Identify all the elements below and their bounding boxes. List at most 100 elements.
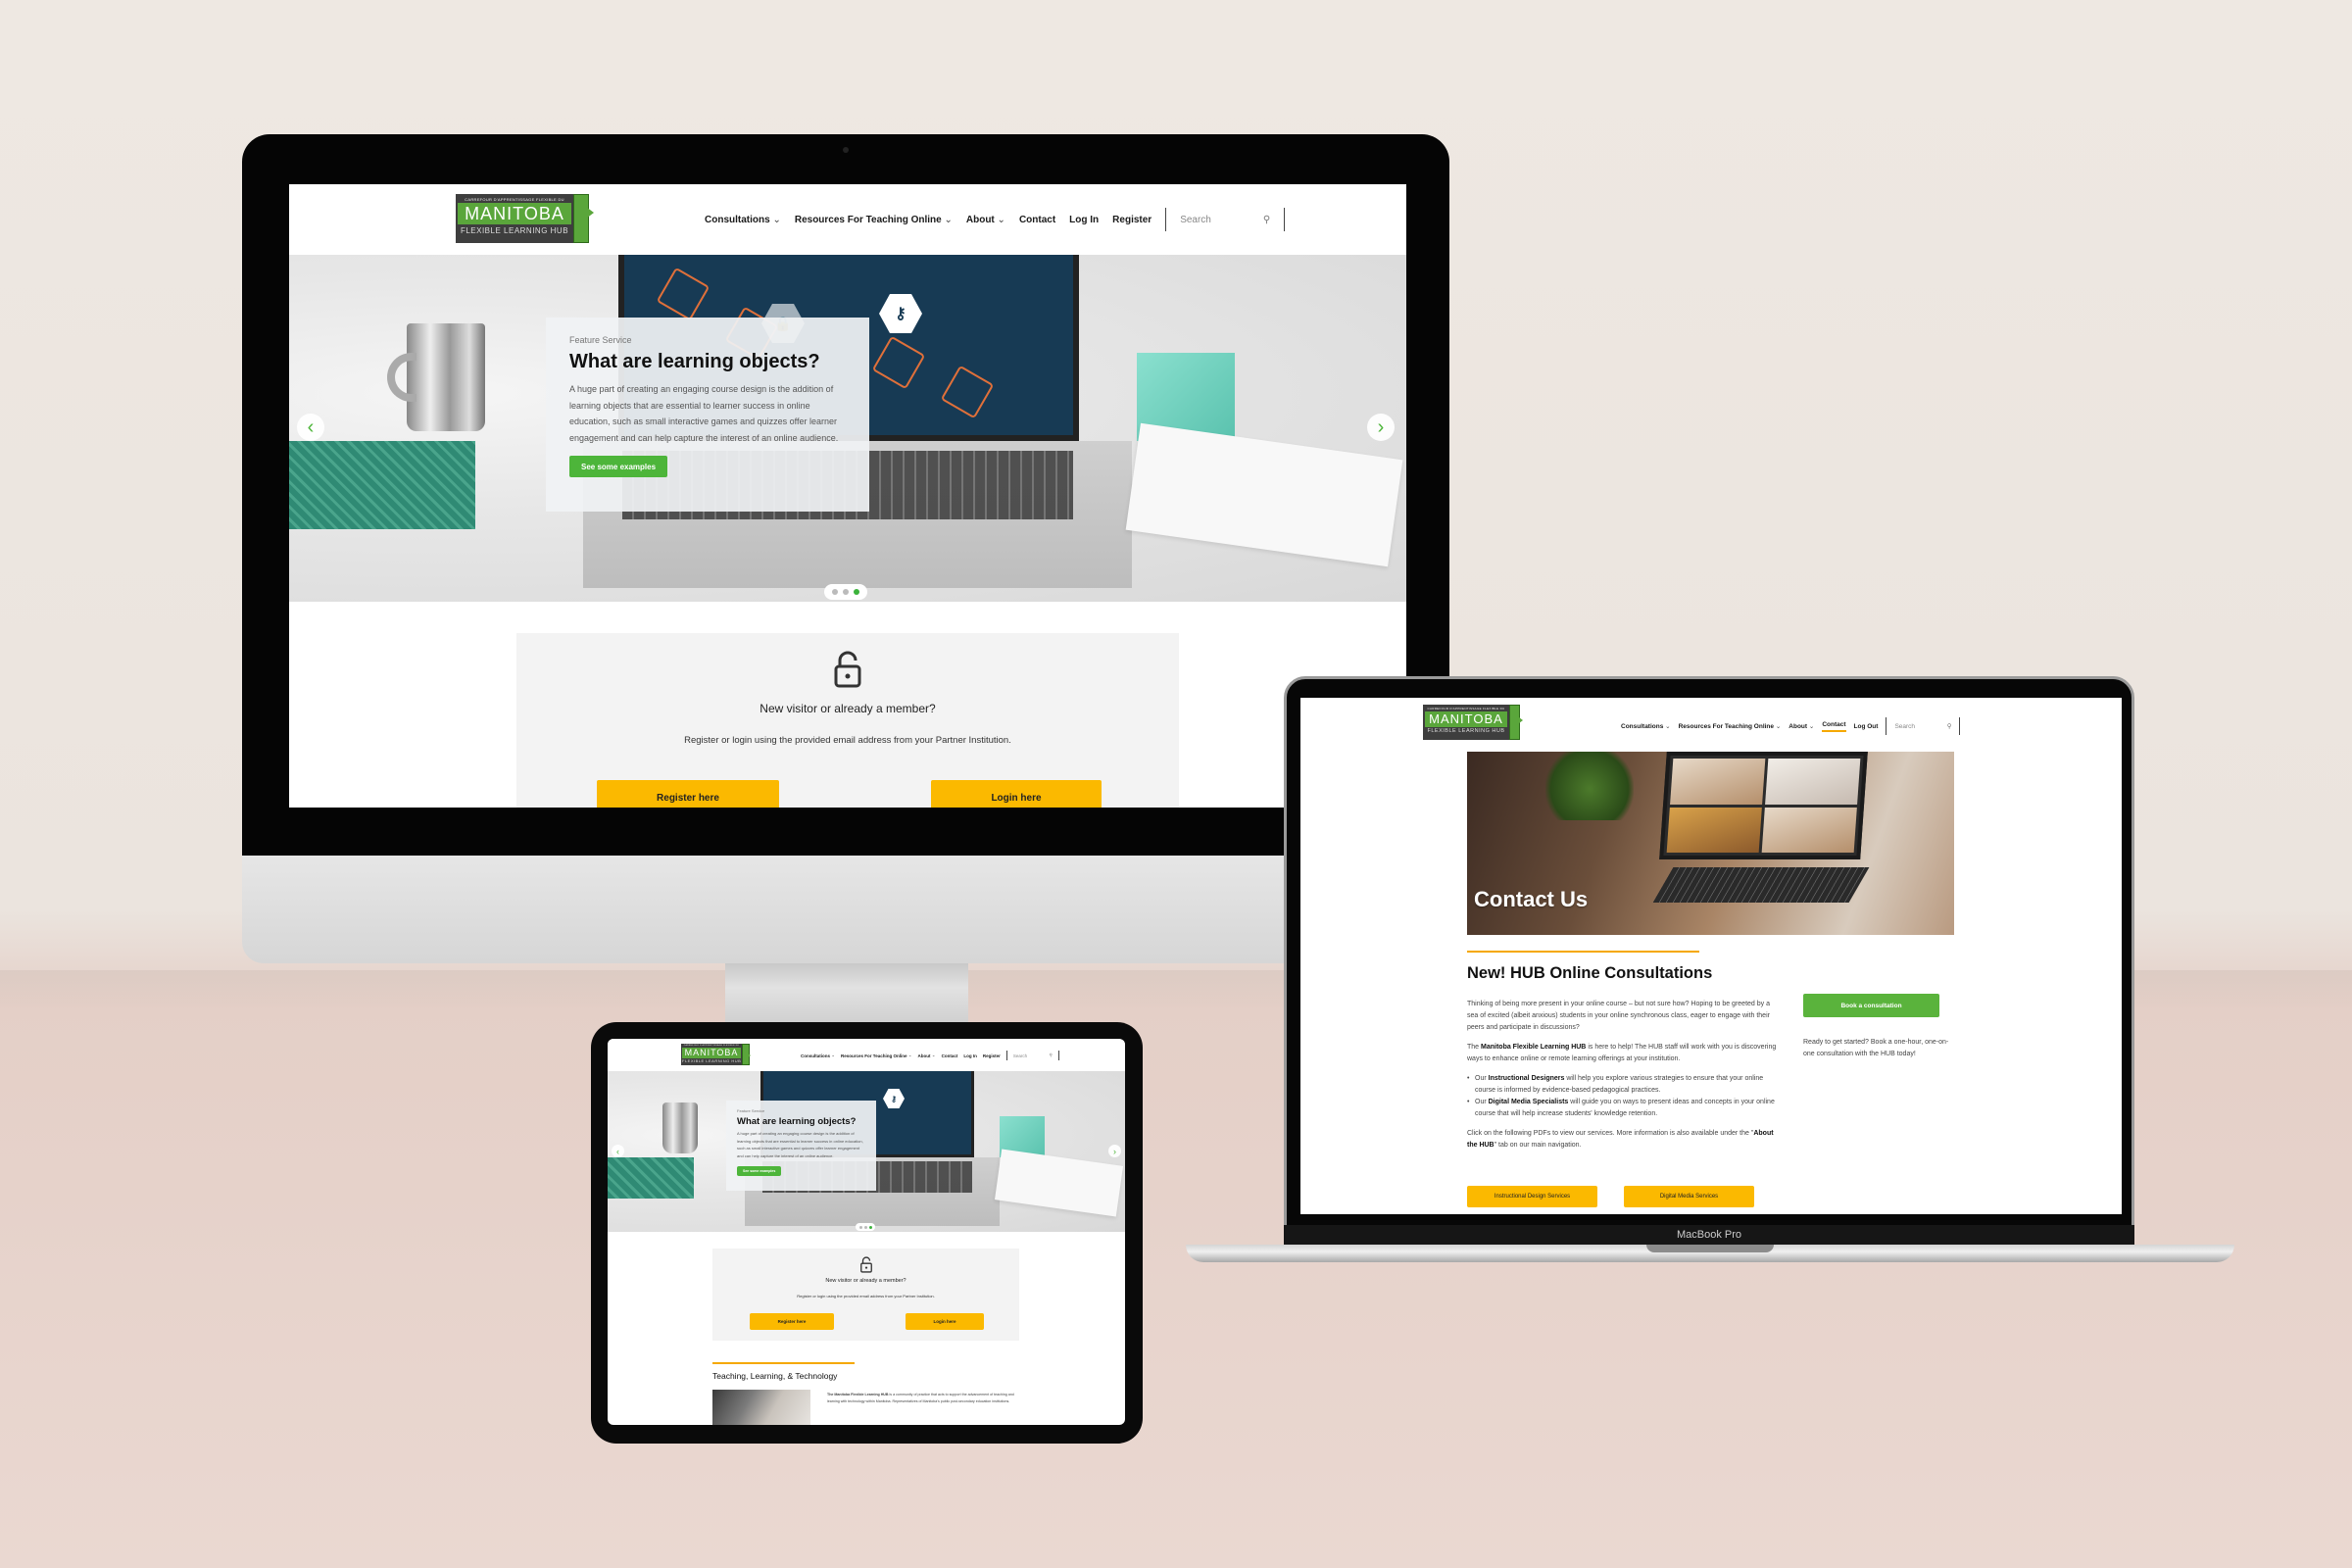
mug-image xyxy=(407,323,485,431)
nav-consultations[interactable]: Consultations ⌄ xyxy=(801,1053,835,1058)
team-photo xyxy=(712,1390,810,1425)
services-list: Our Instructional Designers will help yo… xyxy=(1467,1073,1781,1120)
slider-prev-button[interactable]: ‹ xyxy=(612,1145,624,1157)
slider-dot[interactable] xyxy=(858,1225,862,1229)
nav-contact[interactable]: Contact xyxy=(942,1054,958,1058)
video-tile xyxy=(1765,759,1861,805)
slider-prev-button[interactable]: ‹ xyxy=(297,414,324,441)
see-examples-button[interactable]: See some examples xyxy=(569,456,668,477)
macbook-label: MacBook Pro xyxy=(1284,1225,2134,1245)
hero-slider: ⚷ 🔒 Feature Service What are learning ob… xyxy=(289,255,1406,602)
chevron-right-icon: › xyxy=(1113,1146,1116,1156)
chevron-down-icon: ⌄ xyxy=(1775,723,1782,730)
site-logo[interactable]: CARREFOUR D'APPRENTISSAGE FLEXIBLE DU MA… xyxy=(456,194,594,243)
key-hex-icon: ⚷ xyxy=(883,1089,905,1108)
chevron-left-icon: ‹ xyxy=(307,416,315,438)
nav-register[interactable]: Register xyxy=(983,1054,1001,1058)
search-icon[interactable]: ⚲ xyxy=(1947,722,1952,730)
nav-divider xyxy=(1057,1051,1059,1060)
tablet-site: CARREFOUR D'APPRENTISSAGE FLEXIBLE DU MA… xyxy=(608,1039,1125,1425)
nav-consultations[interactable]: Consultations ⌄ xyxy=(1621,722,1671,731)
nav-resources[interactable]: Resources For Teaching Online ⌄ xyxy=(795,215,953,225)
logo-subtitle: FLEXIBLE LEARNING HUB xyxy=(1427,728,1505,734)
site-logo[interactable]: CARREFOUR D'APPRENTISSAGE FLEXIBLE DU MA… xyxy=(681,1044,752,1065)
section-rule xyxy=(1467,951,1699,953)
laptop-header: CARREFOUR D'APPRENTISSAGE FLEXIBLE DU MA… xyxy=(1300,698,2122,752)
nav-contact[interactable]: Contact xyxy=(1019,215,1055,225)
slider-next-button[interactable]: › xyxy=(1108,1145,1121,1157)
section-title: New! HUB Online Consultations xyxy=(1467,964,1713,982)
logo-subtitle: FLEXIBLE LEARNING HUB xyxy=(460,226,569,235)
desktop-site: CARREFOUR D'APPRENTISSAGE FLEXIBLE DU MA… xyxy=(289,184,1406,808)
video-tile xyxy=(1670,759,1766,805)
chevron-down-icon: ⌄ xyxy=(772,214,781,225)
tablet-header: CARREFOUR D'APPRENTISSAGE FLEXIBLE DU MA… xyxy=(608,1039,1125,1071)
manitoba-map-icon xyxy=(573,194,594,243)
slider-dot-active[interactable] xyxy=(868,1225,872,1229)
search-input[interactable]: Search ⚲ xyxy=(1180,215,1270,225)
slider-dot[interactable] xyxy=(832,589,838,595)
login-button[interactable]: Login here xyxy=(906,1313,984,1330)
laptop-nav: Consultations ⌄ Resources For Teaching O… xyxy=(1621,717,1961,735)
chevron-down-icon: ⌄ xyxy=(944,214,953,225)
slider-dot[interactable] xyxy=(863,1225,867,1229)
search-icon[interactable]: ⚲ xyxy=(1263,215,1270,225)
digital-media-button[interactable]: Digital Media Services xyxy=(1624,1186,1754,1207)
member-title: New visitor or already a member? xyxy=(825,1278,906,1284)
tablet-nav: Consultations ⌄ Resources For Teaching O… xyxy=(801,1051,1059,1060)
chevron-left-icon: ‹ xyxy=(616,1146,619,1156)
chevron-right-icon: › xyxy=(1377,416,1385,438)
contact-hero: Contact Us xyxy=(1467,752,1954,935)
unlock-icon xyxy=(859,1256,872,1273)
video-tile xyxy=(1666,807,1762,853)
book-consultation-button[interactable]: Book a consultation xyxy=(1803,994,1939,1017)
search-input[interactable]: Search ⚲ xyxy=(1013,1053,1053,1058)
hub-name: Manitoba Flexible Learning HUB xyxy=(1481,1044,1587,1051)
nav-logout[interactable]: Log Out xyxy=(1854,723,1879,730)
nav-divider xyxy=(1284,208,1286,231)
nav-contact-active[interactable]: Contact xyxy=(1822,721,1846,732)
nav-login[interactable]: Log In xyxy=(963,1054,977,1058)
slider-dot[interactable] xyxy=(843,589,849,595)
nav-about[interactable]: About ⌄ xyxy=(1788,722,1814,731)
register-button[interactable]: Register here xyxy=(597,780,779,808)
logo-tagline: CARREFOUR D'APPRENTISSAGE FLEXIBLE DU xyxy=(465,197,564,202)
nav-consultations[interactable]: Consultations ⌄ xyxy=(705,215,781,225)
video-call-laptop xyxy=(1659,752,1868,859)
manitoba-map-icon xyxy=(1509,705,1523,740)
search-input[interactable]: Search ⚲ xyxy=(1894,722,1952,731)
feature-body: A huge part of creating an engaging cour… xyxy=(737,1131,863,1158)
feature-eyebrow: Feature Service xyxy=(569,335,632,345)
nav-about[interactable]: About ⌄ xyxy=(918,1053,936,1058)
mug-handle xyxy=(387,353,416,402)
slider-next-button[interactable]: › xyxy=(1367,414,1395,441)
nav-resources[interactable]: Resources For Teaching Online ⌄ xyxy=(841,1053,911,1058)
chevron-down-icon: ⌄ xyxy=(997,214,1005,225)
register-button[interactable]: Register here xyxy=(750,1313,834,1330)
logo-wordmark: MANITOBA xyxy=(1425,711,1507,727)
mug-image xyxy=(662,1102,698,1153)
feature-title: What are learning objects? xyxy=(737,1116,857,1127)
chevron-down-icon: ⌄ xyxy=(831,1053,836,1057)
nav-divider xyxy=(1959,717,1961,735)
hub-paragraph: The Manitoba Flexible Learning HUB is he… xyxy=(1467,1044,1777,1062)
list-item: Our Instructional Designers will help yo… xyxy=(1467,1073,1781,1097)
key-hex-icon: ⚷ xyxy=(879,294,922,333)
search-placeholder: Search xyxy=(1894,722,1916,730)
teaching-section: Teaching, Learning, & Technology The Man… xyxy=(712,1362,1019,1425)
nav-login[interactable]: Log In xyxy=(1069,215,1099,225)
tablet-hero: ⚷ Feature Service What are learning obje… xyxy=(608,1071,1125,1232)
intro-bold: The Manitoba Flexible Learning HUB xyxy=(827,1393,889,1396)
search-icon[interactable]: ⚲ xyxy=(1050,1053,1053,1058)
imac-chin xyxy=(242,856,1449,963)
nav-resources[interactable]: Resources For Teaching Online ⌄ xyxy=(1679,722,1782,731)
slider-dot-active[interactable] xyxy=(854,589,859,595)
nav-about[interactable]: About ⌄ xyxy=(966,215,1005,225)
site-logo[interactable]: CARREFOUR D'APPRENTISSAGE FLEXIBLE DU MA… xyxy=(1423,705,1523,740)
instructional-design-button[interactable]: Instructional Design Services xyxy=(1467,1186,1597,1207)
login-button[interactable]: Login here xyxy=(931,780,1102,808)
search-placeholder: Search xyxy=(1012,1053,1028,1058)
nav-register[interactable]: Register xyxy=(1112,215,1152,225)
site-header: CARREFOUR D'APPRENTISSAGE FLEXIBLE DU MA… xyxy=(289,184,1406,255)
see-examples-button[interactable]: See some examples xyxy=(737,1166,782,1176)
